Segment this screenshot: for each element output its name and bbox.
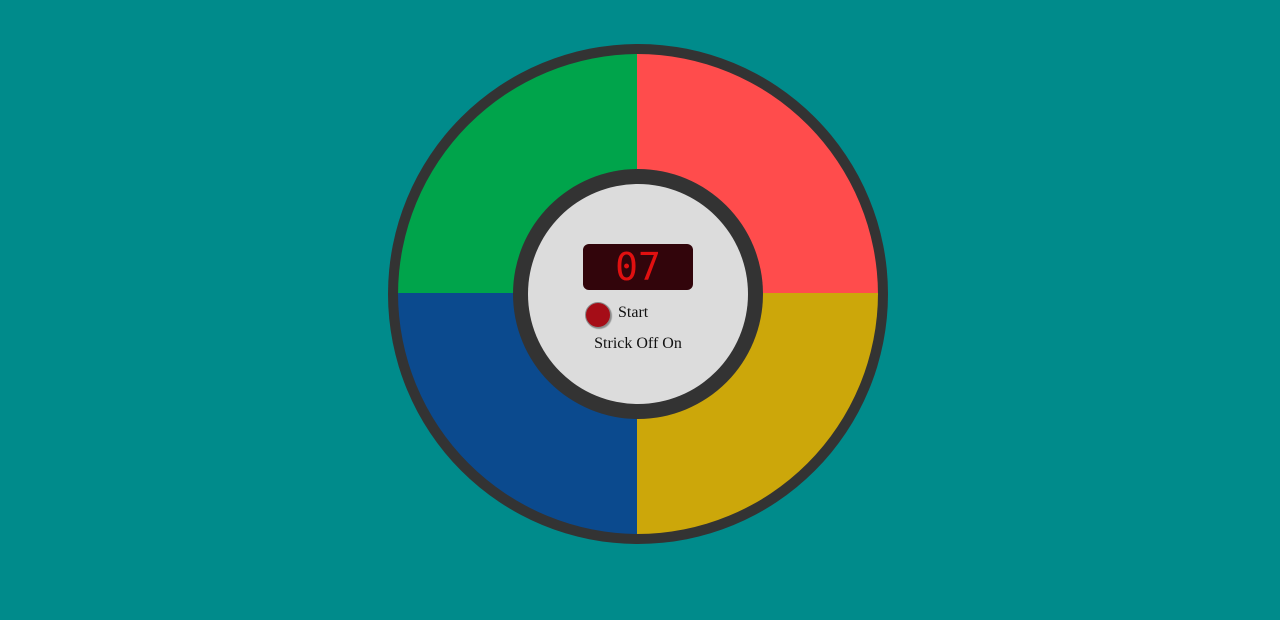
control-panel-face: 07 Start Strick Off On xyxy=(528,184,748,404)
count-display: 07 xyxy=(583,244,693,290)
strict-off-option[interactable]: Off xyxy=(636,335,658,352)
start-button[interactable] xyxy=(585,302,611,328)
strict-label: Strick xyxy=(594,335,633,352)
control-panel: 07 Start Strick Off On xyxy=(513,169,763,419)
simon-game-board: 07 Start Strick Off On xyxy=(388,44,888,544)
strict-on-option[interactable]: On xyxy=(662,335,682,352)
strict-mode-toggle: Strick Off On xyxy=(528,334,748,354)
start-label: Start xyxy=(618,304,649,321)
